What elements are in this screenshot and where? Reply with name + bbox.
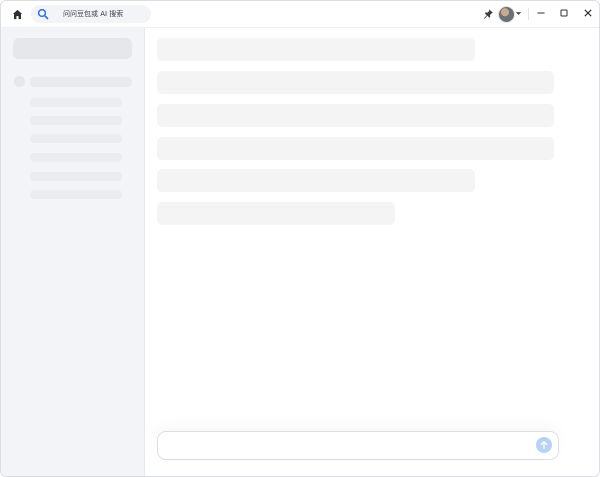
account-menu[interactable] [498, 6, 522, 23]
sidebar-item-placeholder [30, 116, 122, 125]
close-button[interactable] [582, 7, 594, 19]
content-line-placeholder [157, 169, 475, 192]
titlebar-divider [528, 8, 529, 20]
pin-icon[interactable] [482, 8, 494, 20]
avatar [498, 6, 515, 23]
search-placeholder: 问问豆包或 AI 搜索 [63, 10, 124, 18]
sidebar-item-placeholder [30, 190, 122, 199]
sidebar-item-placeholder [30, 134, 122, 143]
search-icon [37, 8, 49, 20]
home-button[interactable] [9, 6, 25, 22]
chevron-down-icon [515, 12, 522, 15]
sidebar-item-placeholder [30, 153, 122, 162]
sidebar-heading-placeholder [30, 77, 132, 87]
search-box[interactable]: 问问豆包或 AI 搜索 [31, 5, 151, 23]
minimize-button[interactable] [535, 7, 547, 19]
chat-input[interactable] [157, 431, 559, 460]
app-window: 问问豆包或 AI 搜索 [0, 0, 600, 477]
sidebar-item-placeholder [30, 98, 122, 107]
sidebar-item-placeholder [30, 172, 122, 181]
maximize-button[interactable] [558, 7, 570, 19]
sidebar [1, 28, 145, 476]
send-button[interactable] [536, 437, 552, 453]
sidebar-avatar-placeholder [14, 76, 25, 87]
content-line-placeholder [157, 38, 475, 61]
title-bar: 问问豆包或 AI 搜索 [1, 1, 599, 28]
main-content [145, 28, 599, 476]
content-line-placeholder [157, 202, 395, 225]
sidebar-new-chat-placeholder [13, 38, 132, 59]
home-icon [12, 9, 22, 19]
content-line-placeholder [157, 104, 554, 127]
arrow-up-icon [540, 440, 548, 450]
content-line-placeholder [157, 137, 554, 160]
content-line-placeholder [157, 71, 554, 94]
